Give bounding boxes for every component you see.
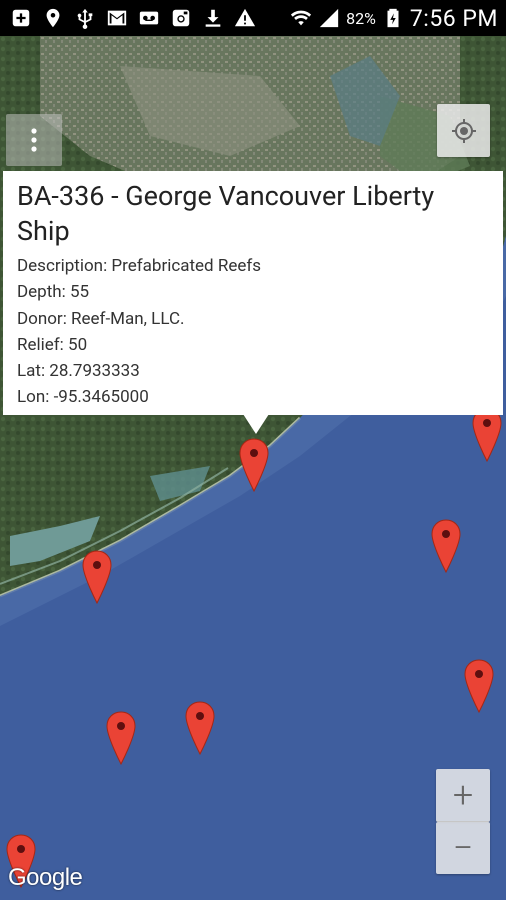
- gmail-icon: [106, 7, 128, 29]
- reef-marker[interactable]: [81, 550, 113, 604]
- reef-marker[interactable]: [471, 408, 503, 462]
- info-relief: Relief: 50: [17, 334, 88, 355]
- info-window-title: BA-336 - George Vancouver Liberty Ship: [17, 180, 435, 247]
- status-bar-notifications: [0, 7, 256, 29]
- marker-info-window[interactable]: BA-336 - George Vancouver Liberty Ship D…: [3, 171, 503, 415]
- reef-marker[interactable]: [463, 659, 495, 713]
- clock: 7:56 PM: [409, 4, 498, 32]
- notification-plus-icon: [10, 7, 32, 29]
- download-icon: [202, 7, 224, 29]
- location-pin-icon: [42, 7, 64, 29]
- status-bar: 82% 7:56 PM: [0, 0, 506, 36]
- voicemail-icon: [138, 7, 160, 29]
- status-bar-system: 82% 7:56 PM: [290, 5, 506, 32]
- zoom-in-button[interactable]: +: [436, 769, 490, 822]
- instagram-icon: [170, 7, 192, 29]
- info-latitude: Lat: 28.7933333: [17, 361, 140, 382]
- reef-marker[interactable]: [430, 519, 462, 573]
- battery-icon: [382, 7, 404, 29]
- reef-marker[interactable]: [184, 701, 216, 755]
- info-depth: Depth: 55: [17, 282, 90, 303]
- zoom-out-button[interactable]: −: [436, 822, 490, 874]
- info-donor: Donor: Reef-Man, LLC.: [17, 308, 185, 329]
- wifi-icon: [290, 7, 312, 29]
- zoom-out-label: −: [452, 827, 474, 869]
- satellite-map[interactable]: + − Google BA-336 - George Vancouver Lib…: [0, 36, 506, 900]
- reef-marker[interactable]: [105, 711, 137, 765]
- battery-percentage: 82%: [346, 8, 376, 28]
- reef-marker[interactable]: [238, 438, 270, 492]
- signal-icon: [318, 7, 340, 29]
- info-description: Description: Prefabricated Reefs: [17, 256, 262, 276]
- more-vert-icon: [31, 128, 37, 152]
- overflow-menu-button[interactable]: [6, 114, 62, 166]
- info-longitude: Lon: -95.3465000: [17, 387, 149, 408]
- google-attribution-logo: Google: [8, 864, 83, 891]
- zoom-in-label: +: [452, 774, 474, 816]
- warning-icon: [234, 7, 256, 29]
- my-location-icon: [451, 118, 476, 143]
- usb-icon: [74, 7, 96, 29]
- my-location-button[interactable]: [437, 104, 490, 157]
- info-window-pointer: [243, 414, 269, 434]
